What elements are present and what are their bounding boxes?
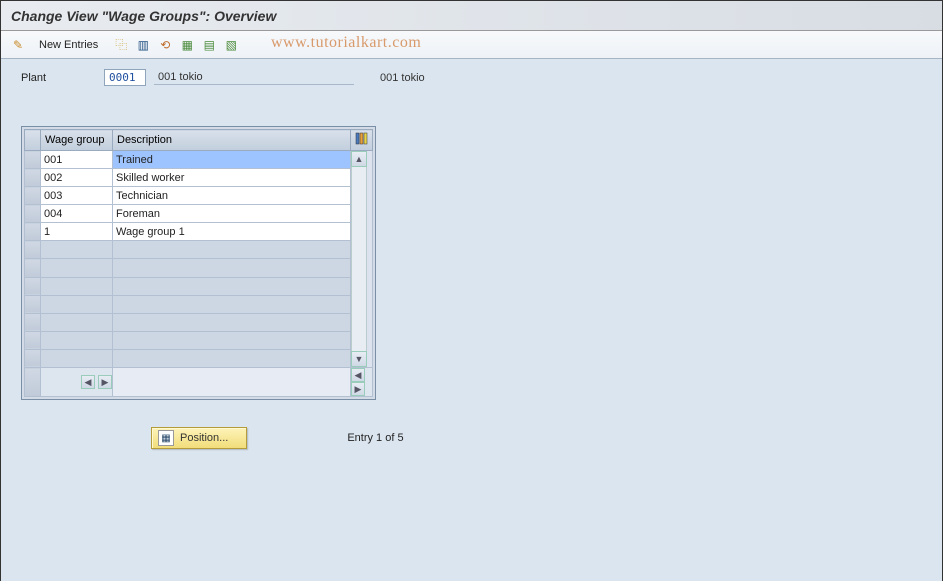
h-scroll-right-icon[interactable]: ▶ (351, 382, 365, 396)
empty-cell (41, 313, 113, 331)
copy-icon[interactable]: ⿻ (112, 36, 130, 54)
configure-columns-icon[interactable] (351, 130, 373, 151)
entry-count-text: Entry 1 of 5 (347, 432, 403, 444)
position-button[interactable]: ▦ Position... (151, 427, 247, 449)
empty-cell (113, 313, 351, 331)
h-scroll-corner (25, 368, 41, 397)
col-header-select[interactable] (25, 130, 41, 151)
row-selector[interactable] (25, 205, 41, 223)
h-scroll-track[interactable] (113, 368, 351, 397)
table-row (25, 295, 373, 313)
title-bar: Change View "Wage Groups": Overview (1, 1, 942, 31)
empty-cell (41, 259, 113, 277)
row-selector[interactable] (25, 151, 41, 169)
empty-cell (41, 241, 113, 259)
select-block-icon[interactable]: ▤ (200, 36, 218, 54)
table-row (25, 259, 373, 277)
row-selector[interactable] (25, 169, 41, 187)
plant-code-input[interactable] (104, 69, 146, 86)
table-row (25, 331, 373, 349)
plant-label: Plant (21, 72, 96, 84)
empty-cell (41, 349, 113, 367)
wage-group-cell[interactable] (41, 223, 112, 240)
v-scrollbar: ▲▼ (351, 151, 373, 368)
table-row (25, 223, 373, 241)
row-selector[interactable] (25, 241, 41, 259)
wage-group-cell[interactable] (41, 169, 112, 186)
h-scroll-left-icon[interactable]: ◀ (351, 368, 365, 382)
empty-cell (113, 295, 351, 313)
table-row (25, 349, 373, 367)
description-cell[interactable] (113, 205, 350, 222)
page-title: Change View "Wage Groups": Overview (11, 8, 276, 24)
table-row (25, 241, 373, 259)
description-cell[interactable] (113, 187, 350, 204)
new-entries-button[interactable]: New Entries (33, 37, 104, 53)
wage-group-cell[interactable] (41, 187, 112, 204)
table-row (25, 277, 373, 295)
deselect-all-icon[interactable]: ▧ (222, 36, 240, 54)
watermark-text: www.tutorialkart.com (271, 34, 421, 52)
wage-group-grid: Wage group Description ▲▼ ◀ ▶ (21, 126, 376, 400)
row-selector[interactable] (25, 313, 41, 331)
row-selector[interactable] (25, 259, 41, 277)
table-row: ▲▼ (25, 151, 373, 169)
table-row (25, 313, 373, 331)
toolbar: ✎ New Entries ⿻ ▥ ⟲ ▦ ▤ ▧ www.tutorialka… (1, 31, 942, 59)
toggle-icon[interactable]: ✎ (9, 36, 27, 54)
footer-row: ▦ Position... Entry 1 of 5 (21, 427, 922, 449)
wage-group-cell[interactable] (41, 151, 112, 168)
plant-row: Plant 001 tokio 001 tokio (21, 69, 922, 86)
main-area: Plant 001 tokio 001 tokio Wage group Des… (1, 59, 942, 581)
row-selector[interactable] (25, 295, 41, 313)
empty-cell (41, 295, 113, 313)
empty-cell (113, 349, 351, 367)
description-cell[interactable] (113, 169, 350, 186)
row-selector[interactable] (25, 331, 41, 349)
row-selector[interactable] (25, 223, 41, 241)
col-header-description[interactable]: Description (113, 130, 351, 151)
plant-desc-2: 001 tokio (380, 72, 425, 84)
row-selector[interactable] (25, 349, 41, 367)
row-selector[interactable] (25, 187, 41, 205)
empty-cell (41, 331, 113, 349)
v-scroll-up-icon[interactable]: ▲ (351, 151, 367, 167)
empty-cell (113, 331, 351, 349)
plant-desc-1: 001 tokio (154, 70, 354, 85)
description-cell[interactable] (113, 151, 350, 168)
position-icon: ▦ (158, 430, 174, 446)
col-header-wage-group[interactable]: Wage group (41, 130, 113, 151)
row-selector[interactable] (25, 277, 41, 295)
empty-cell (41, 277, 113, 295)
h-scroll-col-left-icon[interactable]: ◀ (81, 375, 95, 389)
select-all-icon[interactable]: ▦ (178, 36, 196, 54)
table-row (25, 205, 373, 223)
undo-icon[interactable]: ⟲ (156, 36, 174, 54)
wage-group-cell[interactable] (41, 205, 112, 222)
v-scroll-track[interactable] (351, 167, 367, 351)
table-row (25, 187, 373, 205)
empty-cell (113, 277, 351, 295)
v-scroll-down-icon[interactable]: ▼ (351, 351, 367, 367)
position-button-label: Position... (180, 432, 228, 444)
delete-icon[interactable]: ▥ (134, 36, 152, 54)
description-cell[interactable] (113, 223, 350, 240)
h-scroll-col-right-icon[interactable]: ▶ (98, 375, 112, 389)
empty-cell (113, 259, 351, 277)
empty-cell (113, 241, 351, 259)
table-row (25, 169, 373, 187)
